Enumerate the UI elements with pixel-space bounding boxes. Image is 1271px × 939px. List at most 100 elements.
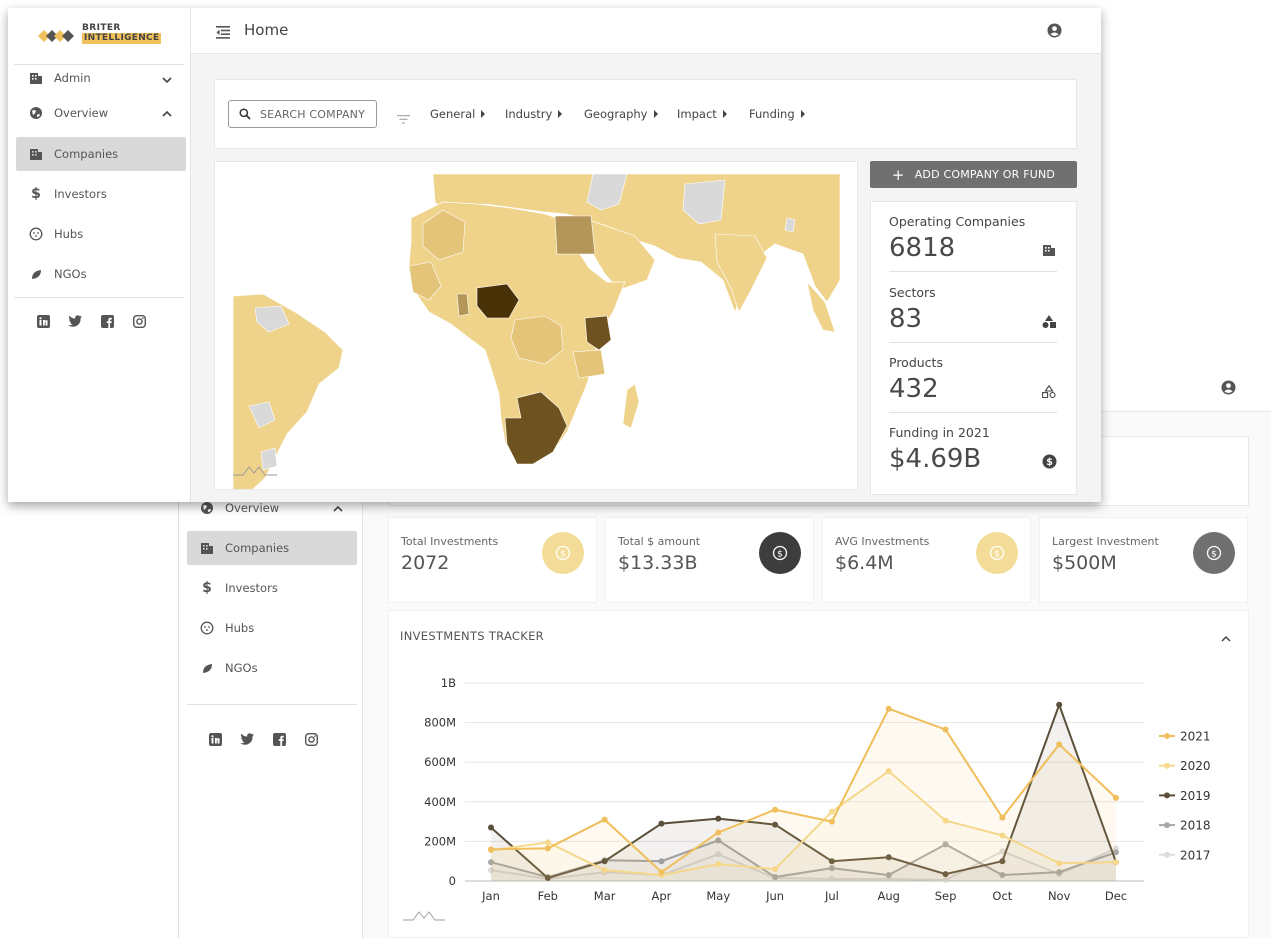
back-sidebar-item-ngos[interactable]: NGOs: [187, 651, 357, 685]
dollar-circle-icon: $: [976, 532, 1018, 574]
shapes-outline-icon: [1041, 383, 1057, 399]
sidebar-item-ngos[interactable]: NGOs: [16, 257, 186, 291]
hub-icon: [28, 226, 44, 242]
sidebar-item-label: Investors: [54, 187, 107, 201]
account-icon[interactable]: [1221, 380, 1236, 399]
svg-text:$: $: [777, 549, 783, 559]
legend-label: 2017: [1180, 848, 1211, 862]
social-links: [36, 314, 146, 328]
logo-text-bottom: INTELLIGENCE: [82, 33, 162, 44]
map-region-nodata[interactable]: [784, 217, 796, 233]
kpi-value: 432: [889, 374, 939, 404]
logo-text-top: BRITER: [82, 23, 121, 33]
kpi-sectors: Sectors 83: [889, 273, 1057, 343]
map-region-egypt[interactable]: [554, 215, 596, 255]
map-region-india[interactable]: [714, 233, 768, 313]
kpi-label: Products: [889, 355, 943, 370]
caret-right-icon: [558, 110, 563, 118]
chevron-up-icon[interactable]: [162, 107, 172, 121]
kpi-value: 6818: [889, 233, 956, 263]
chart-logo-icon: [403, 907, 445, 926]
africa-map[interactable]: [214, 161, 858, 490]
data-point: [715, 829, 722, 836]
back-sidebar-item-companies[interactable]: Companies: [187, 531, 357, 565]
filter-label: Industry: [505, 107, 553, 121]
filter-impact[interactable]: Impact: [677, 107, 727, 121]
filter-icon[interactable]: [397, 109, 410, 128]
sidebar-item-hubs[interactable]: Hubs: [16, 217, 186, 251]
instagram-icon[interactable]: [304, 732, 318, 746]
sidebar-item-investors[interactable]: $ Investors: [16, 177, 186, 211]
sidebar-item-label: Hubs: [54, 227, 84, 241]
linkedin-icon[interactable]: [36, 314, 50, 328]
svg-text:$: $: [1046, 457, 1053, 468]
front-sidebar: BRITER INTELLIGENCE Admin Overview Compa…: [8, 8, 191, 502]
chevron-up-icon[interactable]: [333, 502, 343, 516]
stat-label: Total $ amount: [618, 535, 701, 548]
legend-marker: [1164, 733, 1170, 739]
back-sidebar-item-hubs[interactable]: Hubs: [187, 611, 357, 645]
series-area: [491, 708, 1116, 881]
sidebar-item-label: NGOs: [54, 267, 87, 281]
briter-logo[interactable]: BRITER INTELLIGENCE: [38, 22, 168, 50]
sidebar-item-label: Companies: [54, 147, 119, 161]
stat-card-total-investments: Total Investments 2072 $: [388, 517, 597, 603]
sidebar-item-label: NGOs: [225, 661, 258, 675]
data-point: [488, 846, 494, 853]
menu-collapse-icon[interactable]: [216, 24, 230, 43]
data-point: [1113, 794, 1119, 801]
facebook-icon[interactable]: [272, 732, 286, 746]
sidebar-item-admin[interactable]: Admin: [16, 61, 186, 95]
legend-label: 2018: [1180, 819, 1211, 833]
stat-label: AVG Investments: [835, 535, 930, 548]
sidebar-item-overview[interactable]: Overview: [16, 96, 186, 130]
dollar-circle-icon: $: [542, 532, 584, 574]
hub-icon: [199, 620, 215, 636]
back-sidebar-item-investors[interactable]: $ Investors: [187, 571, 357, 605]
chevron-down-icon[interactable]: [162, 73, 172, 87]
sidebar-item-label: Overview: [225, 501, 280, 515]
y-tick-label: 0: [449, 874, 456, 888]
data-point: [544, 839, 551, 846]
map-region-madagascar[interactable]: [622, 383, 640, 429]
search-company-button[interactable]: SEARCH COMPANY: [228, 100, 377, 128]
add-company-or-fund-button[interactable]: + ADD COMPANY OR FUND: [870, 161, 1077, 188]
sidebar-item-label: Hubs: [225, 621, 255, 635]
stat-card-largest-investment: Largest Investment $500M $: [1039, 517, 1248, 603]
twitter-icon[interactable]: [68, 314, 82, 328]
kpi-label: Operating Companies: [889, 214, 1026, 229]
map-logo-icon: [233, 462, 277, 481]
filter-funding[interactable]: Funding: [749, 107, 805, 121]
building-icon: [28, 70, 44, 86]
sidebar-item-label: Investors: [225, 581, 278, 595]
page-title: Home: [244, 21, 289, 39]
sidebar-item-companies[interactable]: Companies: [16, 137, 186, 171]
y-tick-label: 600M: [424, 755, 456, 769]
data-point: [999, 814, 1006, 821]
account-icon[interactable]: [1047, 23, 1062, 42]
data-point: [601, 816, 608, 823]
plus-icon: +: [891, 165, 905, 184]
divider: [14, 297, 184, 298]
filter-general[interactable]: General: [430, 107, 486, 121]
filter-label: Impact: [677, 107, 717, 121]
x-tick-label: Feb: [538, 889, 558, 903]
filter-label: General: [430, 107, 476, 121]
filter-industry[interactable]: Industry: [505, 107, 563, 121]
kpi-panel: Operating Companies 6818 Sectors 83 Prod…: [870, 201, 1077, 495]
kpi-products: Products 432: [889, 343, 1057, 413]
filter-geography[interactable]: Geography: [584, 107, 658, 121]
instagram-icon[interactable]: [132, 314, 146, 328]
building-icon: [28, 146, 44, 162]
twitter-icon[interactable]: [240, 732, 254, 746]
facebook-icon[interactable]: [100, 314, 114, 328]
linkedin-icon[interactable]: [208, 732, 222, 746]
stat-value: 2072: [401, 552, 450, 574]
data-point: [828, 808, 835, 815]
svg-text:$: $: [994, 549, 1000, 559]
map-region-ghana[interactable]: [456, 293, 470, 317]
stat-value: $6.4M: [835, 552, 894, 574]
data-point: [658, 869, 665, 876]
map-region-tanzania[interactable]: [572, 349, 606, 379]
choropleth-map[interactable]: [215, 162, 858, 490]
